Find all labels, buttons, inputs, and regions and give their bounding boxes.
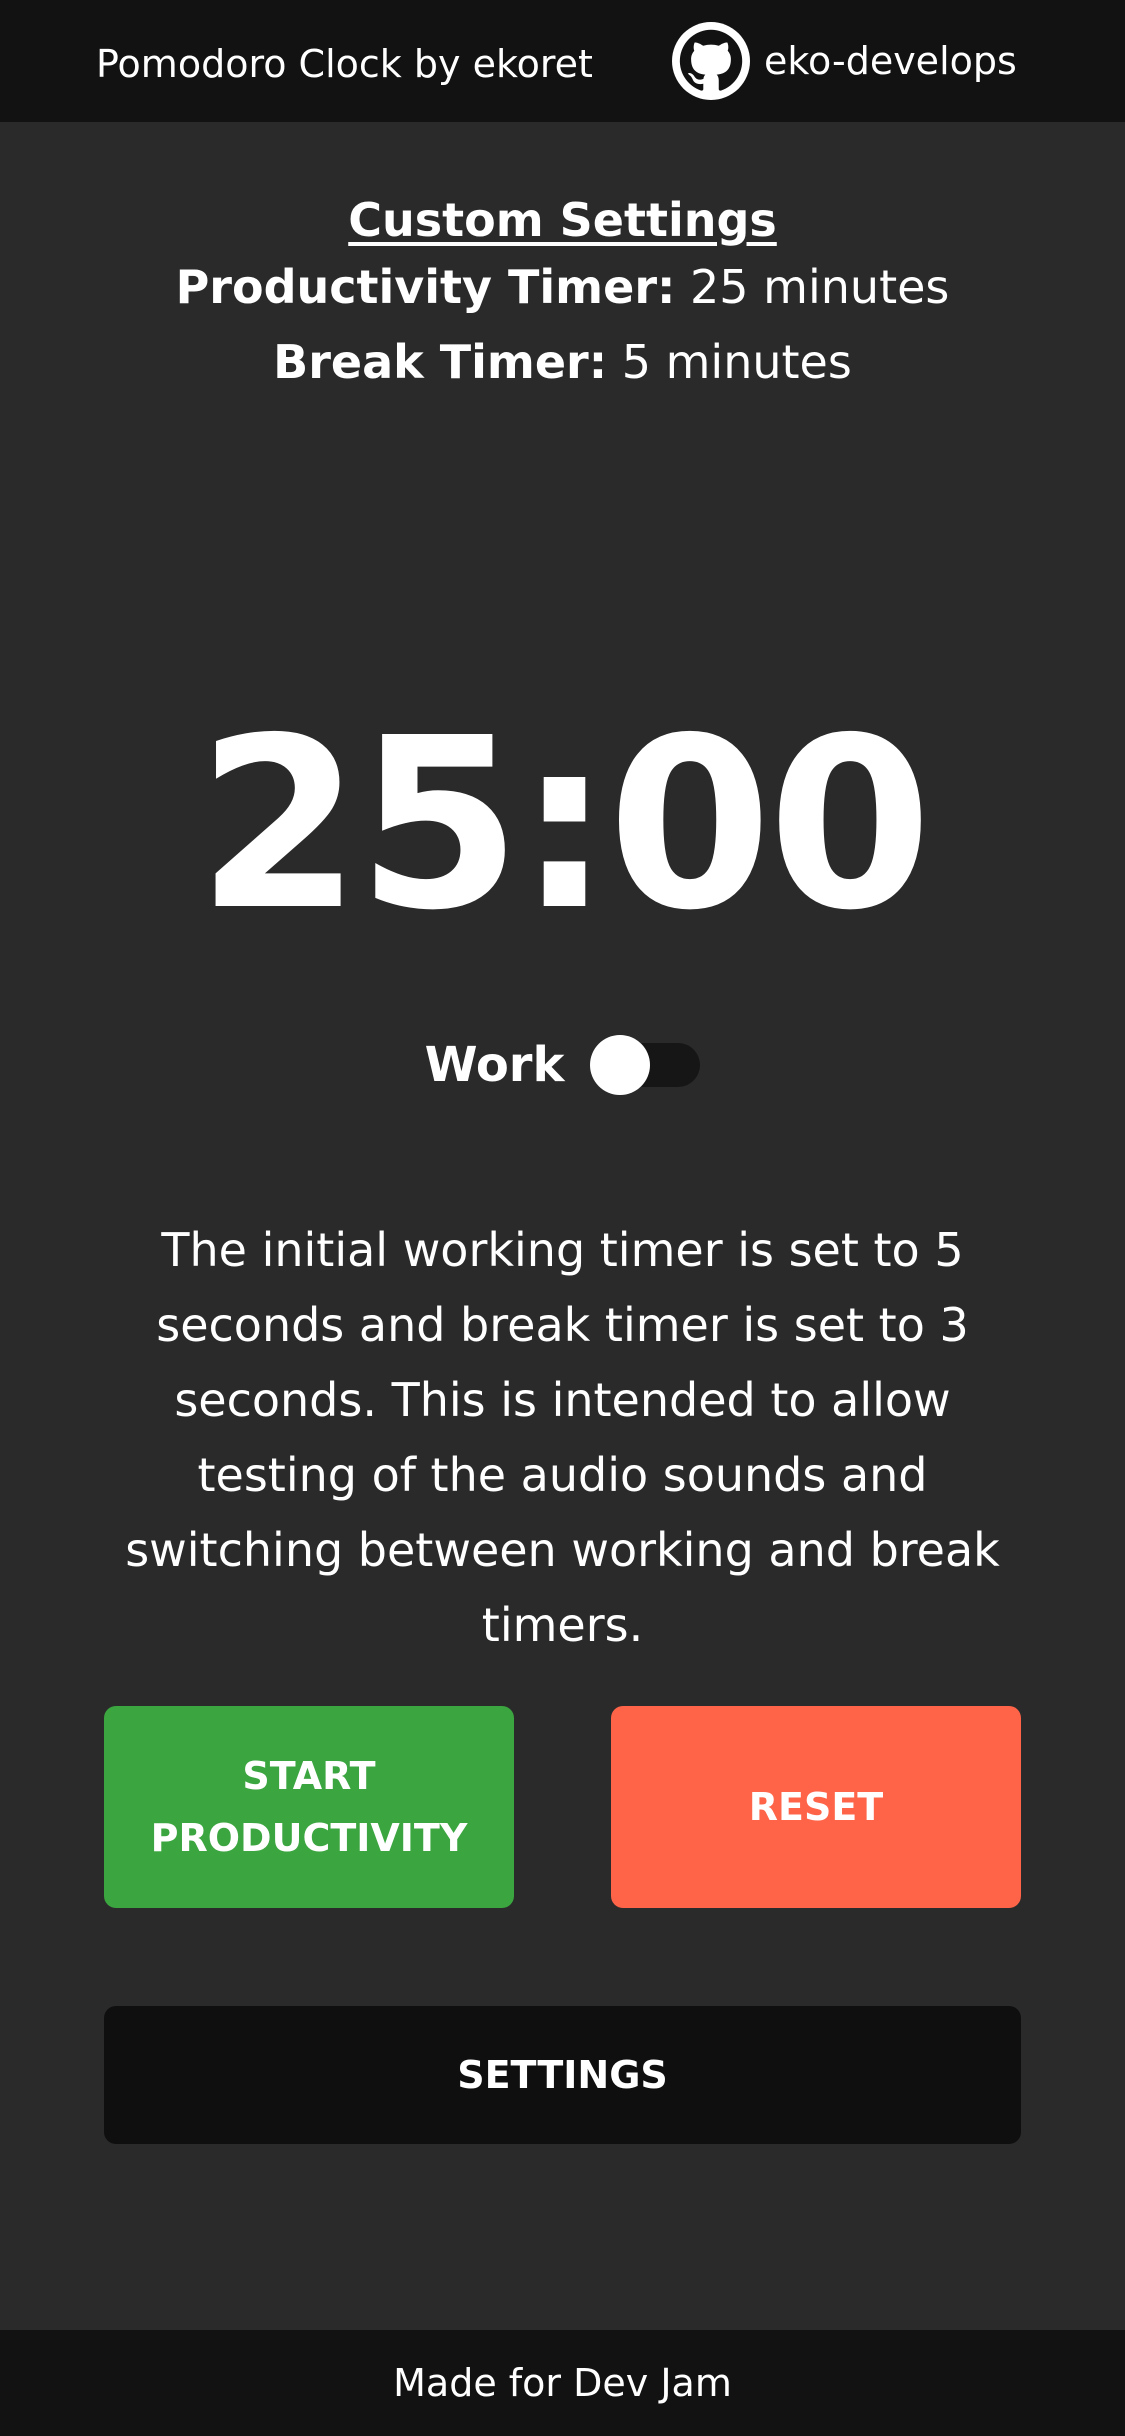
top-header: Pomodoro Clock by ekoret eko-develops: [0, 0, 1125, 122]
reset-button[interactable]: RESET: [611, 1706, 1021, 1908]
break-setting: Break Timer: 5 minutes: [0, 325, 1125, 400]
mode-label: Work: [424, 1037, 565, 1093]
productivity-label: Productivity Timer:: [175, 260, 676, 314]
break-label: Break Timer:: [273, 335, 608, 389]
info-text: The initial working timer is set to 5 se…: [125, 1223, 1000, 1652]
productivity-value: 25 minutes: [690, 260, 950, 314]
github-link[interactable]: eko-develops: [672, 22, 1017, 100]
custom-settings-panel: Custom Settings Productivity Timer: 25 m…: [0, 190, 1125, 400]
app-page: Pomodoro Clock by ekoret eko-develops Cu…: [0, 0, 1125, 2436]
mode-toggle-row: Work: [0, 1035, 1125, 1095]
toggle-knob: [590, 1035, 651, 1095]
page-footer: Made for Dev Jam: [0, 2330, 1125, 2436]
github-icon: [672, 22, 750, 100]
github-username: eko-develops: [764, 39, 1017, 83]
settings-heading: Custom Settings: [348, 193, 777, 247]
productivity-setting: Productivity Timer: 25 minutes: [0, 250, 1125, 325]
settings-button[interactable]: SETTINGS: [104, 2006, 1021, 2144]
timer-display: 25:00: [196, 687, 932, 962]
app-title: Pomodoro Clock by ekoret: [96, 42, 593, 86]
break-value: 5 minutes: [621, 335, 852, 389]
mode-toggle-switch[interactable]: [590, 1035, 701, 1095]
footer-text: Made for Dev Jam: [393, 2361, 732, 2405]
start-productivity-button[interactable]: START PRODUCTIVITY: [104, 1706, 514, 1908]
